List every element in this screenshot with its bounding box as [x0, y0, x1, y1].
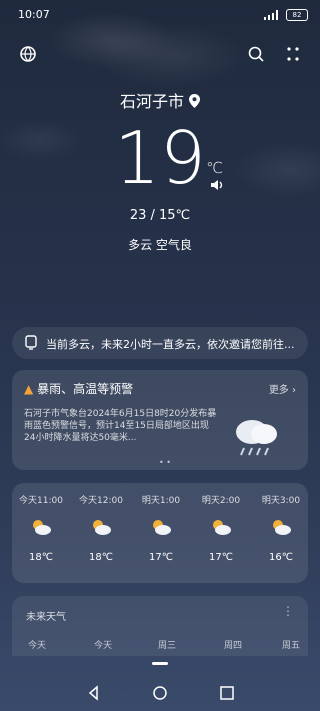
grid-dots-icon [287, 47, 299, 61]
search-button[interactable] [244, 42, 268, 66]
search-icon [248, 46, 264, 62]
hourly-temp: 18℃ [29, 552, 53, 563]
recents-icon[interactable] [218, 684, 236, 702]
hourly-item: 今天12:00 18℃ [72, 493, 130, 563]
hourly-time: 今天12:00 [79, 496, 123, 506]
status-time: 10:07 [18, 8, 50, 21]
more-menu-button[interactable] [281, 42, 305, 66]
top-bar [0, 40, 320, 72]
globe-icon [20, 46, 36, 62]
daily-day: 周四 [224, 641, 243, 651]
alert-body: 石河子市气象台2024年6月15日8时20分发布暴雨蓝色预警信号，预计14至15… [24, 409, 217, 443]
speaker-icon[interactable] [208, 176, 226, 194]
daily-day: 周三 [158, 641, 177, 651]
system-nav-bar [0, 676, 320, 711]
notice-icon [25, 335, 37, 350]
partly-cloudy-icon [33, 520, 51, 535]
battery-icon: 82 [286, 9, 308, 21]
page-indicator [152, 662, 168, 665]
current-temperature: 19 ℃ [0, 118, 320, 198]
temperature-range: 23 / 15℃ [129, 208, 191, 223]
hourly-time: 明天2:00 [201, 496, 241, 506]
hourly-time: 明天3:00 [261, 496, 301, 506]
city-manage-button[interactable] [16, 42, 40, 66]
heavy-rain-icon [236, 420, 277, 456]
hourly-forecast-card[interactable]: 今天11:00 18℃ 今天12:00 18℃ 明天1:00 17℃ 明天2:0… [12, 483, 308, 583]
hourly-item: 明天2:00 17℃ [192, 493, 250, 563]
partly-cloudy-icon [153, 520, 171, 535]
status-bar: 10:07 82 [0, 0, 320, 30]
city-name: 石河子市 [119, 92, 184, 111]
more-vertical-icon[interactable]: ⋮ [282, 604, 294, 618]
hourly-item: 明天1:00 17℃ [132, 493, 190, 563]
daily-day: 周五 [282, 641, 301, 651]
forecast-text: 当前多云，未来2小时一直多云，依次邀请您前往... [46, 338, 295, 351]
hourly-item: 今天11:00 18℃ [12, 493, 70, 563]
daily-day: 今天 [28, 641, 47, 651]
alert-more-link[interactable]: 更多 › [269, 381, 296, 396]
alert-title: ▲ 暴雨、高温等预警 [24, 380, 133, 397]
signal-icon [264, 10, 278, 20]
hourly-temp: 18℃ [89, 552, 113, 563]
location-pin-icon [189, 94, 201, 108]
partly-cloudy-icon [273, 520, 291, 535]
hourly-time: 明天1:00 [141, 496, 181, 506]
hourly-temp: 17℃ [209, 552, 233, 563]
temperature-unit: ℃ [206, 159, 223, 177]
weather-condition: 多云 空气良 [128, 238, 192, 252]
temperature-value: 19 [114, 116, 206, 200]
hourly-item: 明天3:00 16℃ [252, 493, 310, 563]
home-icon[interactable] [151, 684, 169, 702]
alert-title-text: 暴雨、高温等预警 [37, 382, 134, 396]
daily-label: 未来天气 [26, 612, 66, 623]
partly-cloudy-icon [213, 520, 231, 535]
hourly-time: 今天11:00 [19, 496, 63, 506]
forecast-strip[interactable]: 当前多云，未来2小时一直多云，依次邀请您前往... [12, 327, 308, 359]
daily-day: 今天 [94, 641, 113, 651]
hourly-temp: 16℃ [269, 552, 293, 563]
daily-forecast-card[interactable]: 未来天气 ⋮ 今天 今天 周三 周四 周五 [12, 596, 308, 656]
alert-card[interactable]: ▲ 暴雨、高温等预警 更多 › 石河子市气象台2024年6月15日8时20分发布… [12, 370, 308, 470]
location-title[interactable]: 石河子市 [0, 88, 320, 112]
partly-cloudy-icon [93, 520, 111, 535]
hourly-temp: 17℃ [149, 552, 173, 563]
back-icon[interactable] [85, 684, 103, 702]
warning-icon: ▲ [24, 382, 34, 396]
carousel-dots: • • [159, 458, 171, 467]
